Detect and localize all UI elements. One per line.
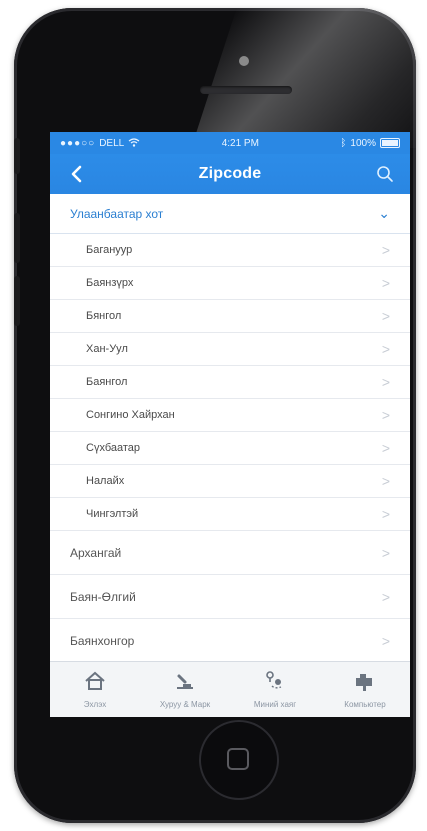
mailbox-icon bbox=[352, 668, 378, 694]
list-item[interactable]: Бянгол > bbox=[50, 300, 410, 333]
back-button[interactable] bbox=[64, 162, 88, 186]
list-item-label: Хан-Уул bbox=[86, 343, 128, 355]
signal-icon: ●●●○○ bbox=[60, 137, 96, 149]
list-item-label: Сонгино Хайрхан bbox=[86, 409, 175, 421]
carrier-name: DELL bbox=[99, 137, 125, 149]
tab-my-address[interactable]: Миний хаяг bbox=[235, 662, 315, 709]
front-camera bbox=[239, 56, 249, 66]
chevron-right-icon: > bbox=[381, 440, 390, 456]
search-button[interactable] bbox=[372, 161, 398, 187]
list-item-label: Баянгол bbox=[86, 376, 128, 388]
list-item-label: Багануур bbox=[86, 244, 133, 256]
zipcode-list: Улаанбаатар хот ⌄ Багануур > Баянзүрх > Бя… bbox=[50, 194, 410, 663]
home-button[interactable] bbox=[199, 720, 279, 800]
app-screen: ●●●○○ DELL 4:21 PM ᛒ 100% Zipcode Улаанб… bbox=[50, 132, 410, 717]
list-item-label: Сүхбаатар bbox=[86, 442, 141, 454]
home-button-square-icon bbox=[227, 748, 249, 770]
chevron-right-icon: > bbox=[381, 374, 390, 390]
status-left: ●●●○○ DELL bbox=[60, 138, 140, 149]
glass-glare bbox=[191, 8, 416, 148]
chevron-right-icon: > bbox=[381, 407, 390, 423]
list-item[interactable]: Баянзүрх > bbox=[50, 267, 410, 300]
battery-percent: 100% bbox=[350, 137, 376, 149]
tab-label: Миний хаяг bbox=[253, 700, 297, 709]
section-title: Улаанбаатар хот bbox=[70, 206, 164, 221]
chevron-down-icon: ⌄ bbox=[378, 205, 390, 221]
region-item[interactable]: Архангай > bbox=[50, 531, 410, 575]
tab-label: Компьютер bbox=[344, 700, 386, 709]
chevron-right-icon: > bbox=[381, 544, 390, 561]
chevron-right-icon: > bbox=[381, 506, 390, 522]
list-item[interactable]: Налайх > bbox=[50, 465, 410, 498]
list-item-label: Налайх bbox=[86, 475, 125, 487]
chevron-right-icon: > bbox=[381, 632, 390, 649]
tab-stamps[interactable]: Хуруу & Марк bbox=[145, 662, 225, 709]
location-icon bbox=[262, 668, 288, 694]
tab-computer[interactable]: Компьютер bbox=[325, 662, 405, 709]
region-label: Баян-Өлгий bbox=[70, 589, 136, 604]
page-title: Zipcode bbox=[198, 165, 262, 182]
chevron-left-icon bbox=[71, 165, 82, 183]
home-icon bbox=[82, 668, 108, 694]
stamp-icon bbox=[172, 668, 198, 694]
chevron-right-icon: > bbox=[381, 341, 390, 357]
mute-switch bbox=[14, 138, 20, 174]
list-item-label: Бянгол bbox=[86, 310, 122, 322]
region-label: Баянхонгор bbox=[70, 633, 135, 648]
list-item[interactable]: Сонгино Хайрхан > bbox=[50, 399, 410, 432]
status-right: ᛒ 100% bbox=[340, 138, 400, 149]
region-label: Архангай bbox=[70, 545, 122, 560]
navigation-bar: Zipcode bbox=[50, 154, 410, 194]
tab-label: Эхлэх bbox=[83, 700, 107, 709]
list-item[interactable]: Сүхбаатар > bbox=[50, 432, 410, 465]
battery-icon bbox=[379, 138, 400, 148]
list-item-label: Баянзүрх bbox=[86, 277, 134, 289]
status-time: 4:21 PM bbox=[221, 137, 259, 149]
region-item[interactable]: Баян-Өлгий > bbox=[50, 575, 410, 619]
chevron-right-icon: > bbox=[381, 242, 390, 258]
chevron-right-icon: > bbox=[381, 275, 390, 291]
list-item[interactable]: Баянгол > bbox=[50, 366, 410, 399]
tab-bar: Эхлэх Хуруу & Марк Миний хаяг Компьютер bbox=[50, 661, 410, 717]
list-item[interactable]: Багануур > bbox=[50, 234, 410, 267]
search-icon bbox=[377, 166, 393, 182]
tab-home[interactable]: Эхлэх bbox=[55, 662, 135, 709]
volume-up-button bbox=[14, 213, 20, 263]
tab-label: Хуруу & Марк bbox=[159, 700, 211, 709]
earpiece-speaker bbox=[200, 86, 292, 94]
chevron-right-icon: > bbox=[381, 308, 390, 324]
status-bar: ●●●○○ DELL 4:21 PM ᛒ 100% bbox=[50, 132, 410, 154]
chevron-right-icon: > bbox=[381, 473, 390, 489]
section-header-ulaanbaatar[interactable]: Улаанбаатар хот ⌄ bbox=[50, 194, 410, 234]
chevron-right-icon: > bbox=[381, 588, 390, 605]
volume-down-button bbox=[14, 276, 20, 326]
wifi-icon bbox=[128, 138, 140, 147]
region-item[interactable]: Баянхонгор > bbox=[50, 619, 410, 663]
list-item-label: Чингэлтэй bbox=[86, 508, 139, 520]
bluetooth-icon: ᛒ bbox=[340, 137, 347, 149]
list-item[interactable]: Хан-Уул > bbox=[50, 333, 410, 366]
list-item[interactable]: Чингэлтэй > bbox=[50, 498, 410, 531]
